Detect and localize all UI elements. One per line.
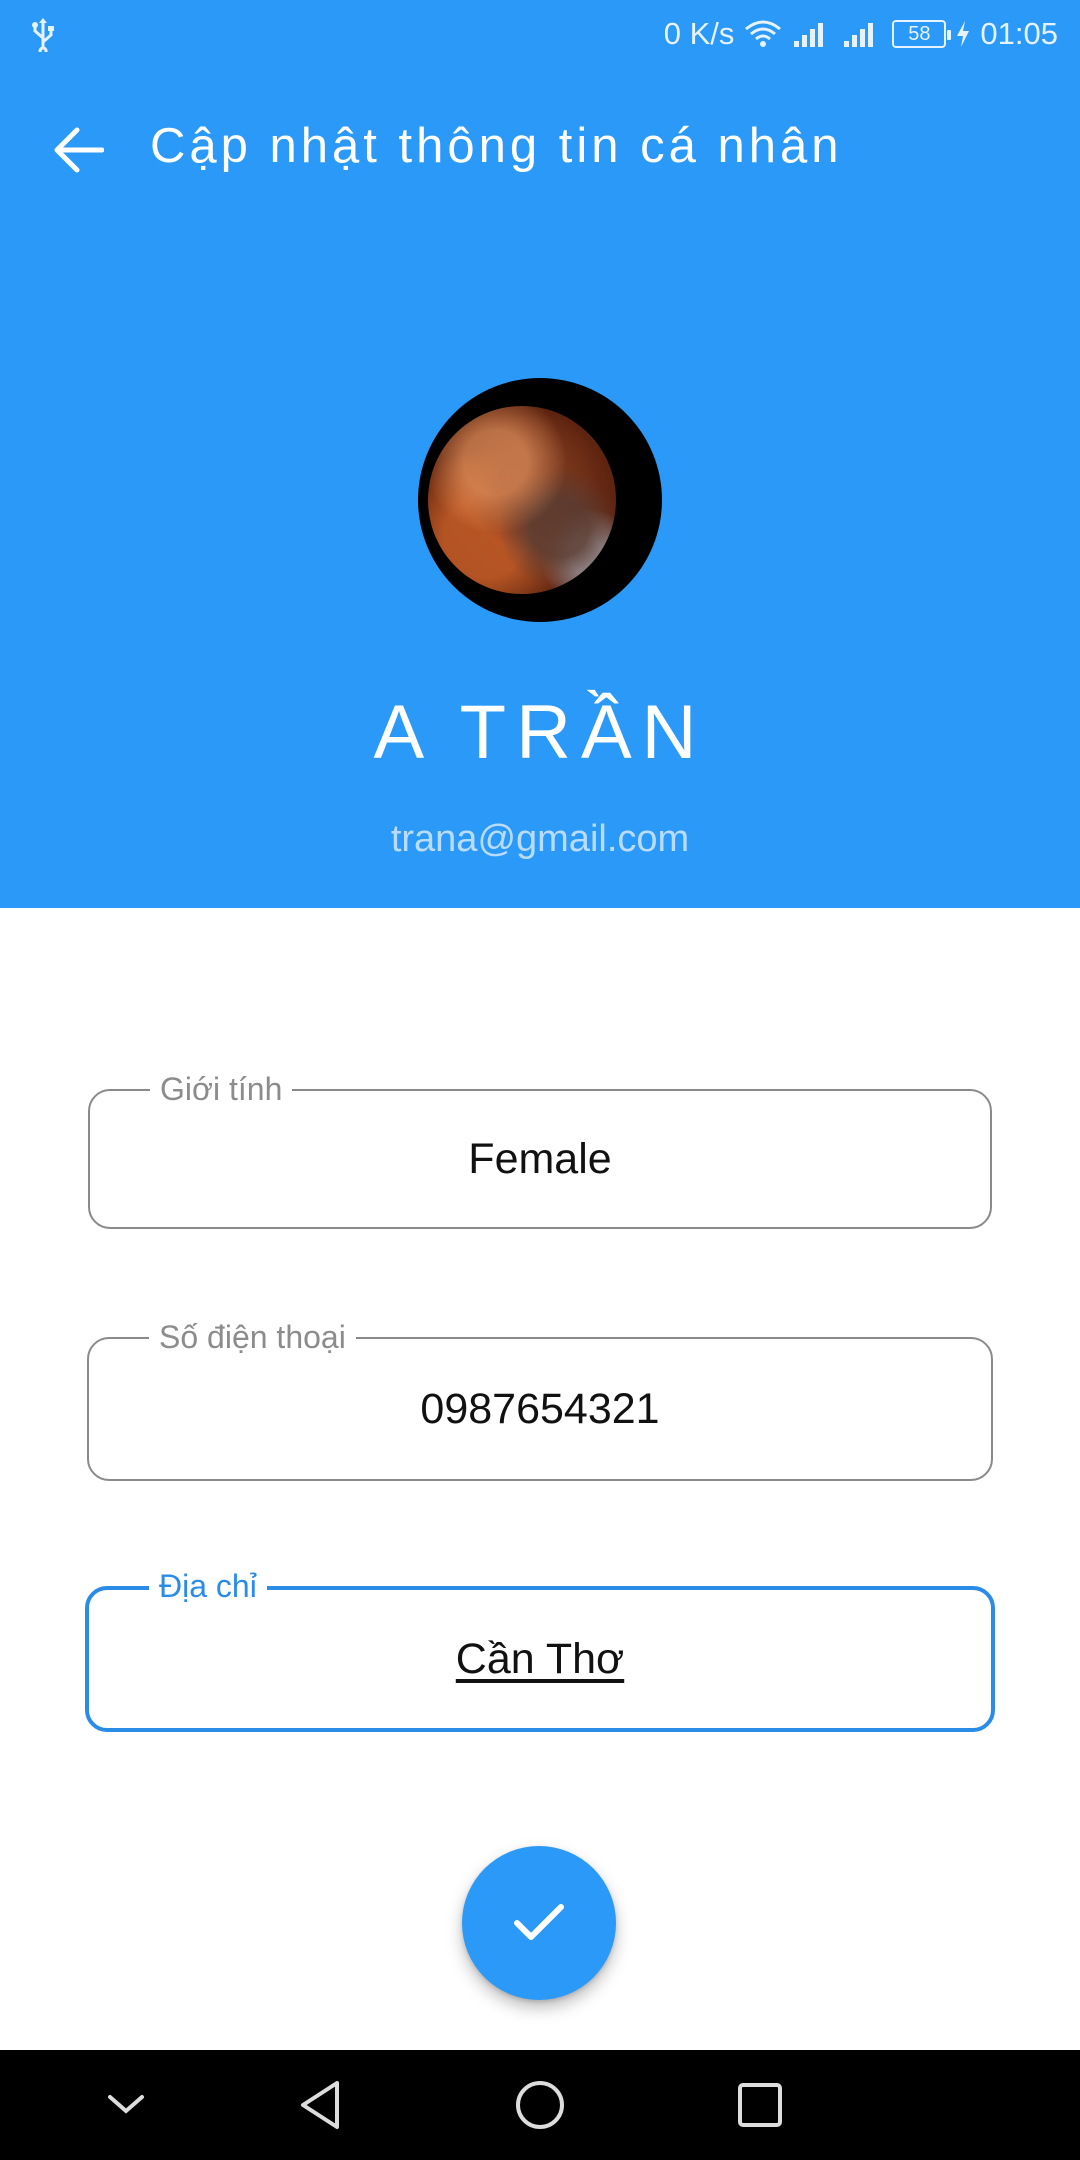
recents-square-icon — [738, 2083, 782, 2127]
back-triangle-icon — [301, 2081, 339, 2129]
clock: 01:05 — [980, 16, 1058, 51]
home-circle-icon — [516, 2081, 564, 2129]
status-bar: 0 K/s 58 01:05 — [0, 0, 1080, 70]
signal-icon — [794, 23, 824, 47]
phone-value: 0987654321 — [420, 1384, 660, 1433]
navigation-bar — [0, 2050, 1080, 2160]
network-speed: 0 K/s — [663, 16, 735, 51]
field-value: Cần Thơ — [89, 1590, 991, 1728]
charging-icon — [957, 21, 970, 47]
usb-icon — [32, 18, 54, 52]
system-back-button[interactable] — [282, 2070, 358, 2140]
save-button[interactable] — [462, 1846, 616, 2000]
check-icon — [514, 1904, 564, 1940]
signal-icon — [844, 23, 874, 47]
gender-field[interactable]: Giới tính Female — [88, 1067, 992, 1229]
app-bar: Cập nhật thông tin cá nhân — [0, 90, 1080, 200]
wifi-icon — [745, 20, 782, 47]
moon-image — [428, 406, 616, 594]
profile-name: A TRẦN — [373, 690, 707, 775]
address-field[interactable]: Địa chỉ Cần Thơ — [85, 1564, 995, 1732]
field-value: Female — [90, 1091, 990, 1227]
recents-button[interactable] — [722, 2070, 798, 2140]
back-button[interactable] — [40, 112, 116, 188]
battery-level: 58 — [908, 23, 931, 45]
avatar[interactable] — [418, 378, 662, 622]
address-value: Cần Thơ — [455, 1634, 625, 1683]
home-button[interactable] — [502, 2070, 578, 2140]
page-title: Cập nhật thông tin cá nhân — [150, 119, 843, 173]
profile-email: trana@gmail.com — [390, 818, 690, 860]
profile-header: 0 K/s 58 01:05 Cập nhật thông tin cá nhâ… — [0, 0, 1080, 908]
hide-nav-button[interactable] — [88, 2070, 164, 2140]
phone-field[interactable]: Số điện thoại 0987654321 — [87, 1315, 993, 1481]
chevron-down-icon — [108, 2095, 144, 2114]
arrow-left-icon — [54, 127, 104, 173]
battery-icon: 58 — [892, 20, 952, 48]
gender-value: Female — [468, 1134, 612, 1183]
field-value: 0987654321 — [89, 1339, 991, 1479]
